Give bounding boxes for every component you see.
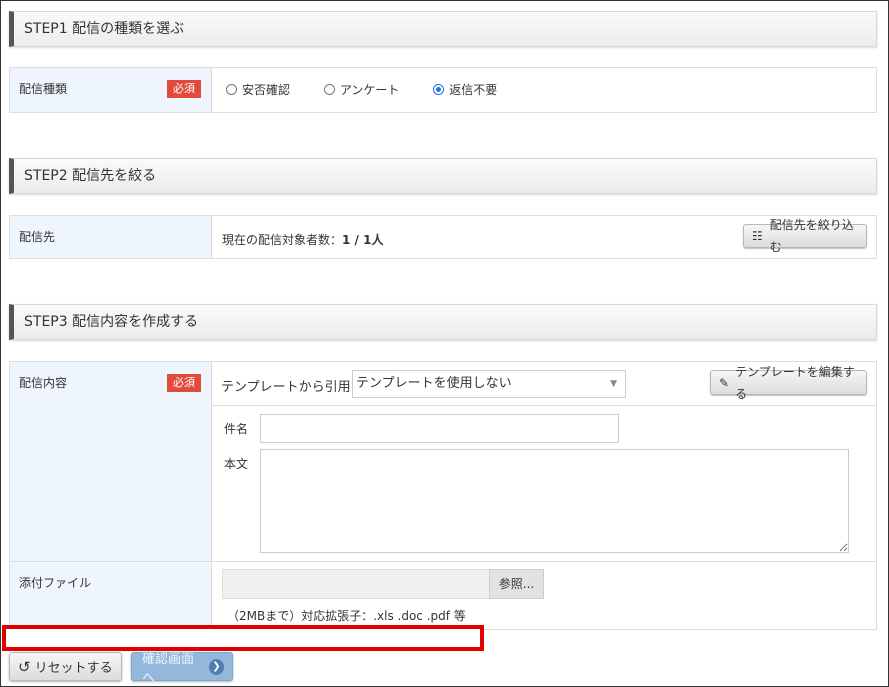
step1-title: STEP1 配信の種類を選ぶ xyxy=(24,21,185,37)
attachment-value: 参照... （2MBまで）対応拡張子：.xls .doc .pdf 等 xyxy=(212,562,876,629)
body-label: 本文 xyxy=(224,457,249,471)
delivery-type-options: 安否確認 アンケート 返信不要 xyxy=(212,68,876,112)
template-area: テンプレートから引用： テンプレートを使用しない ▼ ✎ テンプレートを編集する xyxy=(212,362,876,406)
content-label: 配信内容 xyxy=(19,376,68,390)
radio-label: 安否確認 xyxy=(242,83,291,97)
recipient-count-label: 現在の配信対象者数： xyxy=(222,233,343,247)
required-badge: 必須 xyxy=(167,374,201,392)
radio-safety-check[interactable]: 安否確認 xyxy=(226,81,290,98)
recipients-label-cell: 配信先 xyxy=(10,216,212,258)
step3-title: STEP3 配信内容を作成する xyxy=(24,314,199,330)
content-label-cell: 配信内容 必須 xyxy=(10,362,212,561)
recipients-label: 配信先 xyxy=(19,230,56,244)
attachment-note: （2MBまで）対応拡張子：.xls .doc .pdf 等 xyxy=(227,609,466,623)
recipients-row: 配信先 現在の配信対象者数：1 / 1人 ☷ 配信先を絞り込む xyxy=(10,216,876,258)
reset-button[interactable]: ↺ リセットする xyxy=(9,652,122,681)
recipients-value: 現在の配信対象者数：1 / 1人 ☷ 配信先を絞り込む xyxy=(212,216,876,258)
chevron-right-icon: ❯ xyxy=(208,658,224,675)
step3-header: STEP3 配信内容を作成する xyxy=(9,304,877,340)
required-badge: 必須 xyxy=(167,80,201,98)
content-row: 配信内容 必須 テンプレートから引用： テンプレートを使用しない ▼ ✎ テンプ… xyxy=(10,362,876,561)
list-icon: ☷ xyxy=(752,229,763,243)
reset-icon: ↺ xyxy=(18,657,31,676)
content-value: テンプレートから引用： テンプレートを使用しない ▼ ✎ テンプレートを編集する… xyxy=(212,362,876,561)
delivery-type-label: 配信種類 xyxy=(19,82,68,96)
radio-circle[interactable] xyxy=(323,84,335,95)
attachment-label-cell: 添付ファイル xyxy=(10,562,212,629)
delivery-type-row: 配信種類 必須 安否確認 アンケート 返信不要 xyxy=(10,68,876,112)
radio-circle-checked[interactable] xyxy=(433,84,445,95)
subject-label: 件名 xyxy=(224,422,249,436)
recipient-count-value: 1 / 1人 xyxy=(342,233,384,247)
body-textarea[interactable] xyxy=(260,449,849,553)
filter-recipients-label: 配信先を絞り込む xyxy=(769,218,854,254)
confirm-label: 確認画面へ xyxy=(142,651,195,686)
file-path-field[interactable] xyxy=(222,569,490,599)
edit-template-button[interactable]: ✎ テンプレートを編集する xyxy=(710,365,867,401)
step1-header: STEP1 配信の種類を選ぶ xyxy=(9,11,877,47)
radio-survey[interactable]: アンケート xyxy=(323,81,400,98)
caret-down-icon: ▼ xyxy=(610,379,617,389)
highlight-box xyxy=(2,625,484,651)
delivery-type-label-cell: 配信種類 必須 xyxy=(10,68,212,112)
step2-header: STEP2 配信先を絞る xyxy=(9,158,877,194)
radio-label: アンケート xyxy=(339,83,400,97)
pencil-icon: ✎ xyxy=(719,375,730,390)
edit-template-label: テンプレートを編集する xyxy=(735,364,855,401)
browse-button[interactable]: 参照... xyxy=(489,569,544,599)
attachment-label: 添付ファイル xyxy=(19,576,92,590)
browse-label: 参照... xyxy=(498,577,535,591)
template-select[interactable]: テンプレートを使用しない ▼ xyxy=(352,370,626,398)
step1-table: 配信種類 必須 安否確認 アンケート 返信不要 xyxy=(9,67,877,113)
radio-no-reply[interactable]: 返信不要 xyxy=(433,81,497,98)
step2-table: 配信先 現在の配信対象者数：1 / 1人 ☷ 配信先を絞り込む xyxy=(9,215,877,259)
filter-recipients-button[interactable]: ☷ 配信先を絞り込む xyxy=(743,218,867,254)
radio-label: 返信不要 xyxy=(449,83,498,97)
reset-label: リセットする xyxy=(34,661,113,676)
template-selected: テンプレートを使用しない xyxy=(356,376,512,391)
radio-circle[interactable] xyxy=(226,84,237,95)
step3-table: 配信内容 必須 テンプレートから引用： テンプレートを使用しない ▼ ✎ テンプ… xyxy=(9,361,877,630)
subject-input[interactable] xyxy=(260,414,619,443)
attachment-row: 添付ファイル 参照... （2MBまで）対応拡張子：.xls .doc .pdf… xyxy=(10,561,876,629)
confirm-button[interactable]: 確認画面へ ❯ xyxy=(131,652,233,686)
template-label: テンプレートから引用： xyxy=(221,380,364,395)
step2-title: STEP2 配信先を絞る xyxy=(24,168,157,184)
